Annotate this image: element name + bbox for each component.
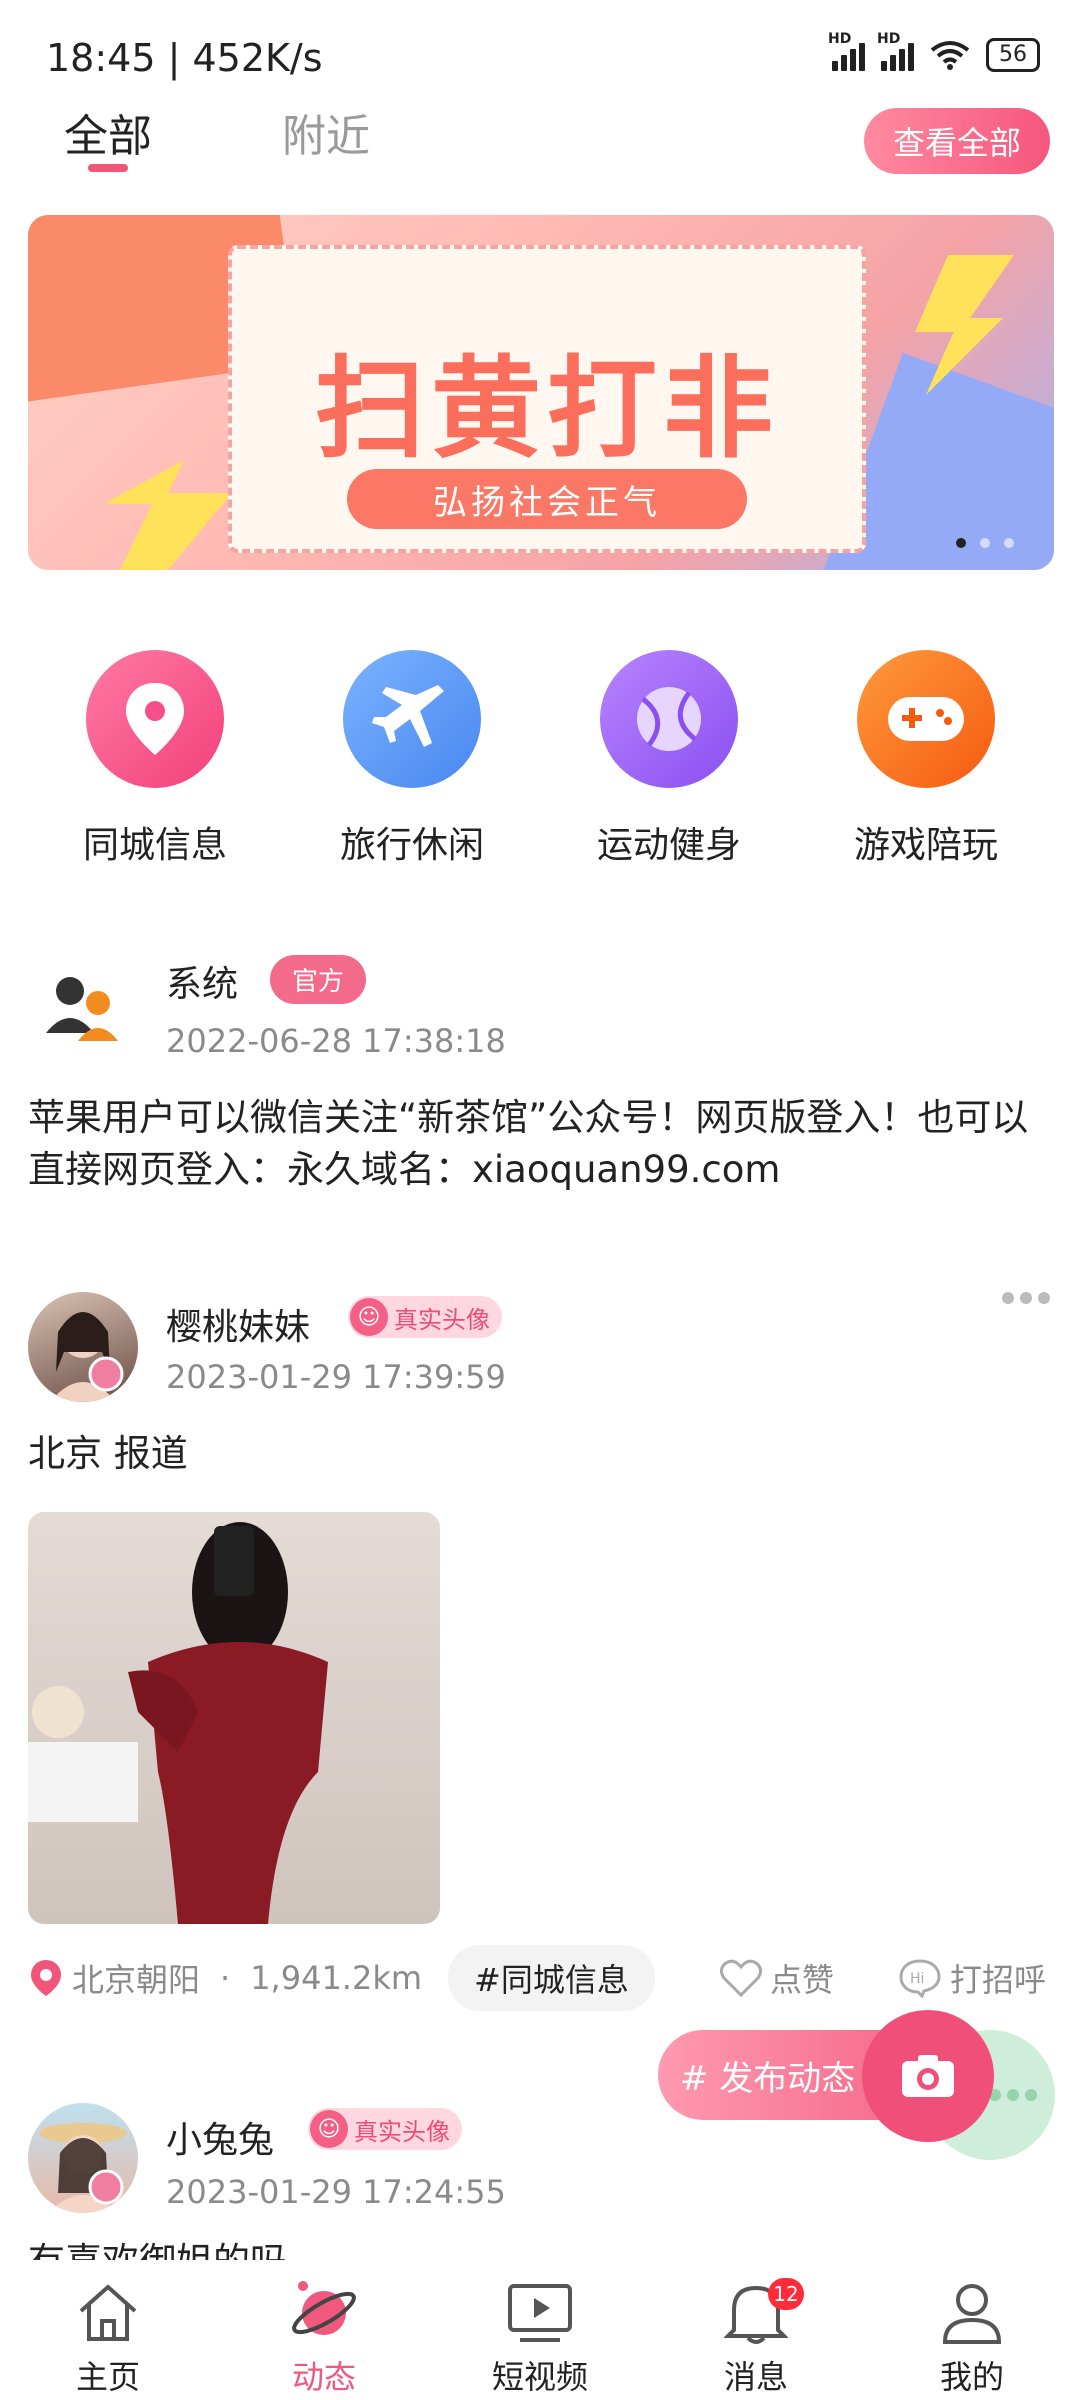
gamepad-icon (857, 650, 995, 788)
badge-label: 真实头像 (354, 2117, 450, 2146)
category-gaming[interactable]: 游戏陪玩 (816, 650, 1036, 868)
home-icon (73, 2278, 143, 2348)
nav-feed[interactable]: 动态 (216, 2260, 432, 2400)
category-sports[interactable]: 运动健身 (559, 650, 779, 868)
official-badge: 官方 (270, 955, 367, 1004)
bottom-navigation: 主页 动态 短视频 12 消息 我的 (0, 2260, 1080, 2400)
post-username[interactable]: 樱桃妹妹 (166, 1298, 310, 1350)
nav-label: 主页 (75, 2358, 140, 2396)
nav-label: 消息 (723, 2358, 788, 2396)
wifi-icon (930, 41, 970, 70)
banner-pagination (956, 538, 1014, 548)
real-avatar-badge: ☺ 真实头像 (308, 2108, 462, 2150)
nav-home[interactable]: 主页 (0, 2260, 216, 2400)
signal-icon: HD (828, 31, 865, 71)
heart-icon (720, 1959, 762, 1997)
more-options-icon[interactable] (1002, 1292, 1050, 1304)
unread-badge: 12 (768, 2278, 804, 2310)
category-local-info[interactable]: 同城信息 (45, 650, 265, 868)
like-label: 点赞 (770, 1961, 835, 1999)
avatar[interactable] (28, 2103, 138, 2213)
banner-frame: 扫黄打非 弘扬社会正气 (228, 245, 866, 553)
airplane-icon (343, 650, 481, 788)
greet-button[interactable]: Hi 打招呼 (898, 1955, 1046, 2001)
post-distance: 1,941.2km (250, 1959, 423, 1997)
svg-text:Hi: Hi (910, 1971, 924, 1987)
hi-icon: Hi (899, 1959, 941, 1998)
topic-tag[interactable]: #同城信息 (448, 1945, 655, 2011)
greet-label: 打招呼 (950, 1961, 1047, 1999)
banner-subtitle: 弘扬社会正气 (347, 469, 747, 529)
promo-banner[interactable]: 扫黄打非 弘扬社会正气 (28, 215, 1054, 570)
post-username[interactable]: 系统 (166, 955, 238, 1007)
nav-label: 短视频 (491, 2358, 588, 2396)
post-text: 苹果用户可以微信关注“新茶馆”公众号！网页版登入！也可以直接网页登入：永久域名：… (28, 1096, 1029, 1191)
tab-nearby[interactable]: 附近 (282, 100, 370, 164)
lightning-icon (104, 460, 232, 570)
post-text: 北京 报道 (28, 1432, 188, 1475)
smile-icon: ☺ (310, 2110, 348, 2148)
post-timestamp: 2023-01-29 17:39:59 (166, 1358, 506, 1396)
post-photo[interactable] (28, 1512, 440, 1924)
smile-icon: ☺ (350, 1298, 388, 1336)
post-username[interactable]: 小兔兔 (166, 2111, 274, 2163)
camera-icon (902, 2055, 954, 2097)
more-icon (989, 2089, 1037, 2101)
real-avatar-badge: ☺ 真实头像 (348, 1296, 502, 1338)
category-label: 同城信息 (82, 825, 227, 866)
nav-messages[interactable]: 12 消息 (648, 2260, 864, 2400)
avatar[interactable] (28, 1292, 138, 1402)
badge-label: 真实头像 (394, 1305, 490, 1334)
post-meta: 北京朝阳 · 1,941.2km (28, 1955, 422, 2001)
category-label: 旅行休闲 (339, 825, 484, 866)
profile-icon (937, 2278, 1007, 2348)
category-label: 运动健身 (596, 825, 741, 866)
separator-dot: · (220, 1959, 231, 1997)
tab-active-indicator (88, 164, 128, 172)
category-travel[interactable]: 旅行休闲 (302, 650, 522, 868)
post-timestamp: 2023-01-29 17:24:55 (166, 2173, 506, 2211)
video-icon (505, 2278, 575, 2348)
nav-short-video[interactable]: 短视频 (432, 2260, 648, 2400)
nav-profile[interactable]: 我的 (864, 2260, 1080, 2400)
category-label: 游戏陪玩 (853, 825, 998, 866)
post-location: 北京朝阳 (72, 1961, 201, 1999)
signal-icon-2: HD (877, 31, 914, 71)
view-all-button[interactable]: 查看全部 (864, 108, 1050, 174)
ball-icon (600, 650, 738, 788)
tab-all[interactable]: 全部 (64, 100, 152, 164)
location-pin-icon (86, 650, 224, 788)
nav-label: 动态 (291, 2358, 356, 2396)
status-icons: HD HD 56 (828, 31, 1040, 72)
avatar[interactable] (28, 945, 138, 1055)
location-pin-icon (31, 1960, 61, 1996)
post-timestamp: 2022-06-28 17:38:18 (166, 1022, 506, 1060)
status-time: 18:45 | 452K/s (46, 36, 323, 80)
banner-title: 扫黄打非 (315, 345, 779, 473)
post-text: 有喜欢御姐的吗 (28, 2236, 287, 2260)
nav-label: 我的 (939, 2358, 1004, 2396)
planet-icon (289, 2278, 359, 2348)
camera-button[interactable] (862, 2010, 994, 2142)
like-button[interactable]: 点赞 (720, 1955, 834, 2001)
battery-indicator: 56 (986, 38, 1040, 72)
